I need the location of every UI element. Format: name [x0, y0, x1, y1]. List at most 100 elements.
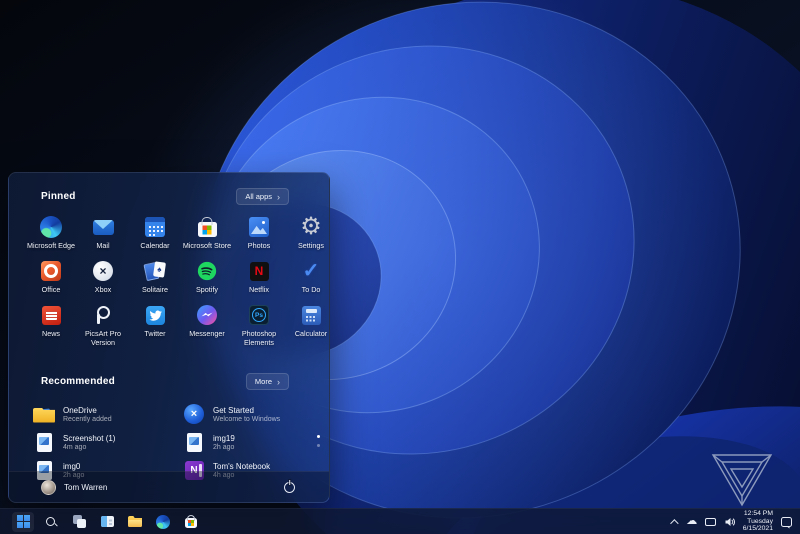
messenger-bolt-icon [197, 305, 217, 325]
pinned-app-xbox[interactable]: × Xbox [77, 257, 129, 301]
calendar-icon [145, 217, 165, 237]
app-label: News [42, 329, 60, 338]
todo-check-icon: ✓ [302, 260, 320, 282]
pinned-app-office[interactable]: Office [25, 257, 77, 301]
store-bag-icon [185, 518, 197, 528]
taskbar: ☁ 12:54 PM Tuesday 6/15/2021 [0, 508, 800, 534]
page-dot-active[interactable] [317, 435, 320, 438]
item-title: img19 [213, 433, 235, 443]
app-label: To Do [301, 285, 321, 294]
pinned-app-twitter[interactable]: Twitter [129, 301, 181, 359]
chevron-right-icon: › [277, 376, 280, 387]
pinned-app-mail[interactable]: Mail [77, 213, 129, 257]
notification-center-button[interactable] [780, 516, 792, 527]
pinned-app-settings[interactable]: ⚙ Settings [285, 213, 329, 257]
item-subtitle: 4m ago [63, 443, 87, 451]
user-account-button[interactable]: Tom Warren [41, 479, 108, 495]
windows-logo-icon [16, 515, 30, 528]
onedrive-folder-icon [33, 406, 55, 423]
app-label: Microsoft Store [182, 241, 232, 250]
recommended-item-img19[interactable]: img19 2h ago [183, 428, 313, 456]
pinned-app-microsoft-store[interactable]: Microsoft Store [181, 213, 233, 257]
chevron-up-icon [669, 518, 679, 528]
widgets-button[interactable] [96, 512, 118, 532]
all-apps-label: All apps [245, 192, 272, 201]
recommended-grid: OneDrive Recently added × Get Started We… [9, 390, 329, 484]
more-button[interactable]: More › [245, 373, 289, 390]
recommended-item-get-started[interactable]: × Get Started Welcome to Windows [183, 400, 313, 428]
hidden-icons-button[interactable] [667, 518, 679, 528]
file-explorer-button[interactable] [124, 512, 146, 532]
pinned-pagination-dots[interactable] [317, 435, 320, 447]
app-label: Netflix [249, 285, 269, 294]
pinned-app-calendar[interactable]: Calendar [129, 213, 181, 257]
network-icon[interactable] [705, 517, 717, 526]
app-label: Calendar [140, 241, 170, 250]
news-icon [41, 305, 61, 325]
pinned-app-netflix[interactable]: N Netflix [233, 257, 285, 301]
pinned-app-microsoft-edge[interactable]: Microsoft Edge [25, 213, 77, 257]
app-label: Calculator [294, 329, 328, 338]
image-file-icon [36, 432, 52, 452]
item-title: Tom's Notebook [213, 461, 271, 471]
app-label: Photos [247, 241, 271, 250]
clock-weekday: Tuesday [747, 517, 773, 525]
search-button[interactable] [40, 512, 62, 532]
app-label: Messenger [189, 329, 225, 338]
start-button[interactable] [12, 511, 34, 532]
onedrive-cloud-icon[interactable]: ☁ [686, 516, 698, 527]
app-label: Xbox [94, 285, 112, 294]
photoshop-icon [249, 305, 269, 325]
speaker-icon [725, 517, 735, 526]
user-name: Tom Warren [64, 482, 108, 492]
pinned-title: Pinned [41, 191, 76, 202]
recommended-item-screenshot-1[interactable]: Screenshot (1) 4m ago [33, 428, 183, 456]
pinned-app-picsart[interactable]: PicsArt Pro Version [77, 301, 129, 359]
twitter-bird-icon [145, 305, 165, 325]
app-label: Microsoft Edge [27, 241, 75, 250]
system-tray: ☁ 12:54 PM Tuesday 6/15/2021 [667, 510, 792, 533]
netflix-icon: N [249, 261, 269, 281]
page-dot[interactable] [317, 444, 320, 447]
mail-envelope-icon [92, 219, 114, 235]
all-apps-button[interactable]: All apps › [236, 188, 289, 205]
recommended-item-onedrive[interactable]: OneDrive Recently added [33, 400, 183, 428]
task-view-icon [72, 515, 86, 528]
power-button[interactable] [284, 481, 295, 493]
item-title: Screenshot (1) [63, 433, 116, 443]
clock-time: 12:54 PM [743, 510, 773, 518]
pinned-app-photoshop-elements[interactable]: Photoshop Elements [233, 301, 285, 359]
get-started-icon: × [184, 404, 204, 424]
desktop: Pinned All apps › Microsoft Edge Mail Ca… [0, 0, 800, 534]
start-menu-user-bar: Tom Warren [9, 471, 329, 502]
item-title: OneDrive [63, 405, 97, 415]
item-subtitle: 2h ago [213, 443, 235, 451]
item-subtitle: Welcome to Windows [213, 415, 281, 423]
pinned-app-photos[interactable]: Photos [233, 213, 285, 257]
widgets-icon [100, 516, 114, 527]
pinned-app-calculator[interactable]: Calculator [285, 301, 329, 359]
solitaire-cards-icon [143, 261, 167, 281]
pinned-app-to-do[interactable]: ✓ To Do [285, 257, 329, 301]
app-label: Solitaire [142, 285, 168, 294]
pinned-app-solitaire[interactable]: Solitaire [129, 257, 181, 301]
display-icon [705, 517, 717, 526]
volume-icon[interactable] [724, 516, 736, 528]
clock-date: 6/15/2021 [742, 525, 773, 533]
task-view-button[interactable] [68, 512, 90, 532]
store-taskbar-button[interactable] [180, 512, 202, 532]
notification-bubble-icon [780, 516, 792, 527]
more-label: More [254, 377, 272, 386]
the-verge-logo [711, 454, 773, 507]
app-label: Settings [298, 241, 324, 250]
pinned-app-news[interactable]: News [25, 301, 77, 359]
pinned-app-spotify[interactable]: Spotify [181, 257, 233, 301]
clock[interactable]: 12:54 PM Tuesday 6/15/2021 [743, 510, 773, 533]
edge-icon [156, 514, 170, 529]
app-label: Mail [96, 241, 110, 250]
edge-taskbar-button[interactable] [152, 512, 174, 532]
app-label: Twitter [144, 329, 166, 338]
pinned-app-grid: Microsoft Edge Mail Calendar Microsoft S… [9, 205, 329, 359]
search-icon [45, 516, 57, 528]
pinned-app-messenger[interactable]: Messenger [181, 301, 233, 359]
